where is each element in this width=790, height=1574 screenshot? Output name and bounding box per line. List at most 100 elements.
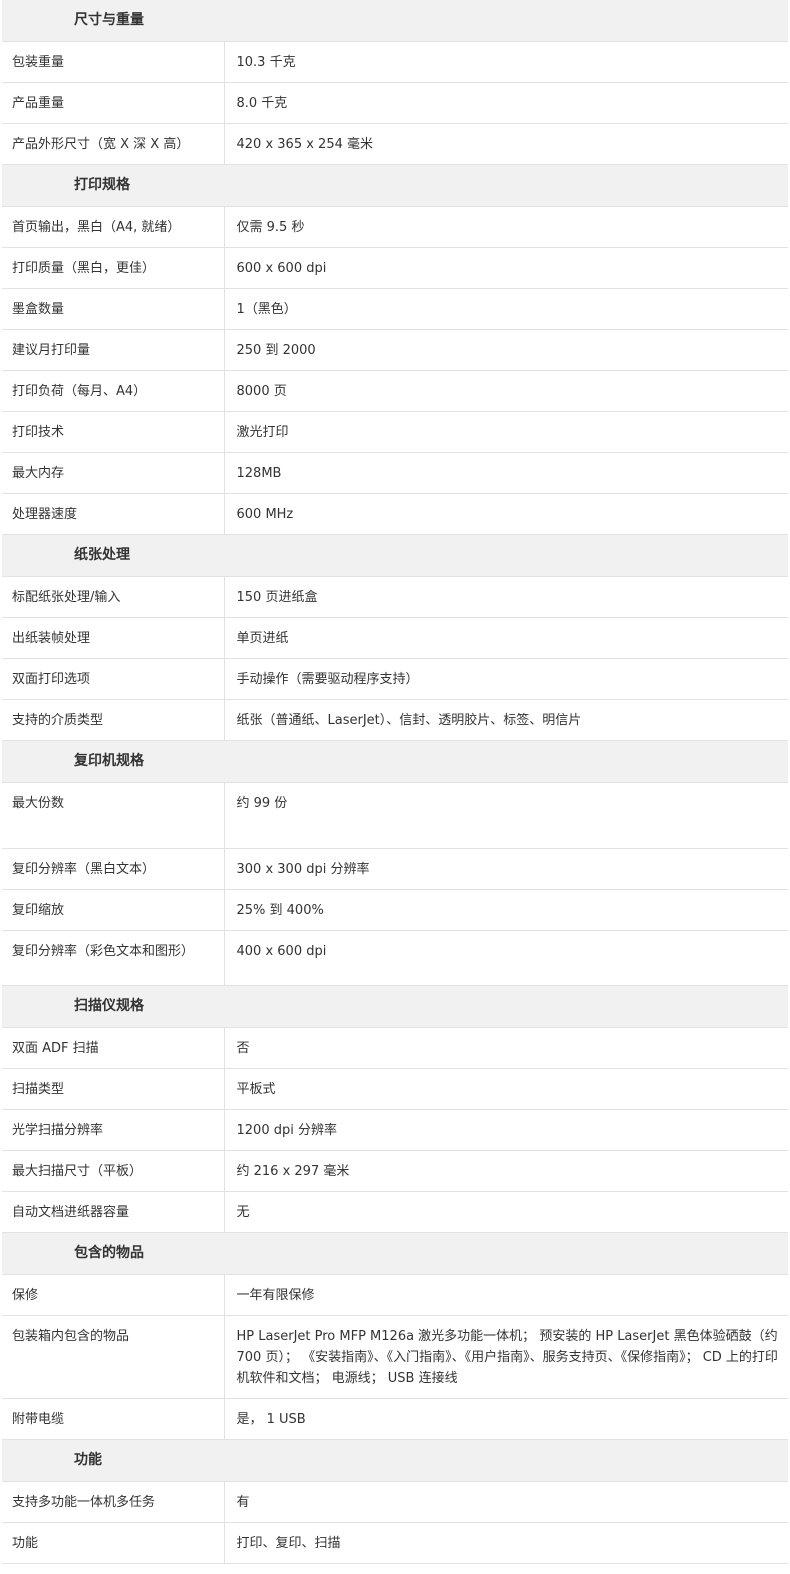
row-value: 仅需 9.5 秒 <box>224 206 788 248</box>
row-value: 8.0 千克 <box>224 82 788 124</box>
row-label: 产品外形尺寸（宽 X 深 X 高） <box>2 123 225 165</box>
row-label: 复印分辨率（黑白文本） <box>2 848 225 890</box>
table-row: 自动文档进纸器容量 无 <box>2 1191 788 1233</box>
table-row: 打印质量（黑白，更佳） 600 x 600 dpi <box>2 247 788 289</box>
row-label: 复印分辨率（彩色文本和图形） <box>2 930 225 986</box>
row-label: 包装重量 <box>2 41 225 83</box>
row-value: 约 99 份 <box>224 782 788 849</box>
row-value: 25% 到 400% <box>224 889 788 931</box>
table-row: 打印负荷（每月、A4） 8000 页 <box>2 370 788 412</box>
row-value: 有 <box>224 1481 788 1523</box>
table-row: 产品重量 8.0 千克 <box>2 82 788 124</box>
row-value: HP LaserJet Pro MFP M126a 激光多功能一体机； 预安装的… <box>224 1315 788 1399</box>
row-value: 1（黑色） <box>224 288 788 330</box>
row-value: 400 x 600 dpi <box>224 930 788 986</box>
row-label: 包装箱内包含的物品 <box>2 1315 225 1399</box>
table-row: 双面 ADF 扫描 否 <box>2 1027 788 1069</box>
row-label: 双面 ADF 扫描 <box>2 1027 225 1069</box>
table-row: 包装重量 10.3 千克 <box>2 41 788 83</box>
section-header: 尺寸与重量 <box>2 0 788 42</box>
row-value: 手动操作（需要驱动程序支持） <box>224 658 788 700</box>
table-row: 最大内存 128MB <box>2 452 788 494</box>
table-row: 支持多功能一体机多任务 有 <box>2 1481 788 1523</box>
row-value: 250 到 2000 <box>224 329 788 371</box>
section-title: 复印机规格 <box>74 753 144 769</box>
row-value: 300 x 300 dpi 分辨率 <box>224 848 788 890</box>
table-row: 处理器速度 600 MHz <box>2 493 788 535</box>
row-value: 约 216 x 297 毫米 <box>224 1150 788 1192</box>
row-label: 双面打印选项 <box>2 658 225 700</box>
row-label: 打印质量（黑白，更佳） <box>2 247 225 289</box>
section-header: 打印规格 <box>2 164 788 207</box>
row-label: 支持多功能一体机多任务 <box>2 1481 225 1523</box>
section-title: 扫描仪规格 <box>74 998 144 1014</box>
row-value: 单页进纸 <box>224 617 788 659</box>
section-header: 纸张处理 <box>2 534 788 577</box>
table-row: 复印分辨率（黑白文本） 300 x 300 dpi 分辨率 <box>2 848 788 890</box>
table-row: 复印分辨率（彩色文本和图形） 400 x 600 dpi <box>2 930 788 986</box>
row-label: 出纸装帧处理 <box>2 617 225 659</box>
table-row: 最大份数 约 99 份 <box>2 782 788 849</box>
row-value: 420 x 365 x 254 毫米 <box>224 123 788 165</box>
table-row: 光学扫描分辨率 1200 dpi 分辨率 <box>2 1109 788 1151</box>
row-label: 扫描类型 <box>2 1068 225 1110</box>
row-value: 打印、复印、扫描 <box>224 1522 788 1564</box>
section-title: 功能 <box>74 1452 102 1468</box>
row-value: 是， 1 USB <box>224 1398 788 1440</box>
section-title: 纸张处理 <box>74 547 130 563</box>
row-value: 1200 dpi 分辨率 <box>224 1109 788 1151</box>
row-value: 8000 页 <box>224 370 788 412</box>
section-header: 复印机规格 <box>2 740 788 783</box>
row-label: 打印负荷（每月、A4） <box>2 370 225 412</box>
row-value: 600 MHz <box>224 493 788 535</box>
row-label: 建议月打印量 <box>2 329 225 371</box>
row-label: 最大扫描尺寸（平板） <box>2 1150 225 1192</box>
table-row: 最大扫描尺寸（平板） 约 216 x 297 毫米 <box>2 1150 788 1192</box>
section-header: 扫描仪规格 <box>2 985 788 1028</box>
table-row: 出纸装帧处理 单页进纸 <box>2 617 788 659</box>
row-label: 最大内存 <box>2 452 225 494</box>
row-value: 一年有限保修 <box>224 1274 788 1316</box>
row-label: 墨盒数量 <box>2 288 225 330</box>
row-label: 打印技术 <box>2 411 225 453</box>
section-title: 包含的物品 <box>74 1245 144 1261</box>
table-row: 支持的介质类型 纸张（普通纸、LaserJet）、信封、透明胶片、标签、明信片 <box>2 699 788 741</box>
row-value: 128MB <box>224 452 788 494</box>
table-row: 保修 一年有限保修 <box>2 1274 788 1316</box>
row-value: 10.3 千克 <box>224 41 788 83</box>
row-label: 光学扫描分辨率 <box>2 1109 225 1151</box>
row-label: 功能 <box>2 1522 225 1564</box>
section-header: 功能 <box>2 1439 788 1482</box>
spec-table: 尺寸与重量 包装重量 10.3 千克 产品重量 8.0 千克 产品外形尺寸（宽 … <box>2 0 788 1564</box>
table-row: 附带电缆 是， 1 USB <box>2 1398 788 1440</box>
section-title: 打印规格 <box>74 177 130 193</box>
table-row: 标配纸张处理/输入 150 页进纸盒 <box>2 576 788 618</box>
table-row: 墨盒数量 1（黑色） <box>2 288 788 330</box>
row-label: 首页输出，黑白（A4, 就绪） <box>2 206 225 248</box>
section-header: 包含的物品 <box>2 1232 788 1275</box>
row-value: 无 <box>224 1191 788 1233</box>
row-label: 保修 <box>2 1274 225 1316</box>
row-label: 附带电缆 <box>2 1398 225 1440</box>
row-value: 150 页进纸盒 <box>224 576 788 618</box>
table-row: 包装箱内包含的物品 HP LaserJet Pro MFP M126a 激光多功… <box>2 1315 788 1399</box>
row-value: 激光打印 <box>224 411 788 453</box>
row-value: 平板式 <box>224 1068 788 1110</box>
row-value: 否 <box>224 1027 788 1069</box>
row-label: 自动文档进纸器容量 <box>2 1191 225 1233</box>
table-row: 复印缩放 25% 到 400% <box>2 889 788 931</box>
table-row: 建议月打印量 250 到 2000 <box>2 329 788 371</box>
row-label: 标配纸张处理/输入 <box>2 576 225 618</box>
row-label: 支持的介质类型 <box>2 699 225 741</box>
row-label: 处理器速度 <box>2 493 225 535</box>
table-row: 功能 打印、复印、扫描 <box>2 1522 788 1564</box>
section-title: 尺寸与重量 <box>74 12 144 28</box>
table-row: 双面打印选项 手动操作（需要驱动程序支持） <box>2 658 788 700</box>
table-row: 产品外形尺寸（宽 X 深 X 高） 420 x 365 x 254 毫米 <box>2 123 788 165</box>
row-value: 600 x 600 dpi <box>224 247 788 289</box>
row-value: 纸张（普通纸、LaserJet）、信封、透明胶片、标签、明信片 <box>224 699 788 741</box>
table-row: 首页输出，黑白（A4, 就绪） 仅需 9.5 秒 <box>2 206 788 248</box>
table-row: 扫描类型 平板式 <box>2 1068 788 1110</box>
row-label: 最大份数 <box>2 782 225 849</box>
row-label: 复印缩放 <box>2 889 225 931</box>
